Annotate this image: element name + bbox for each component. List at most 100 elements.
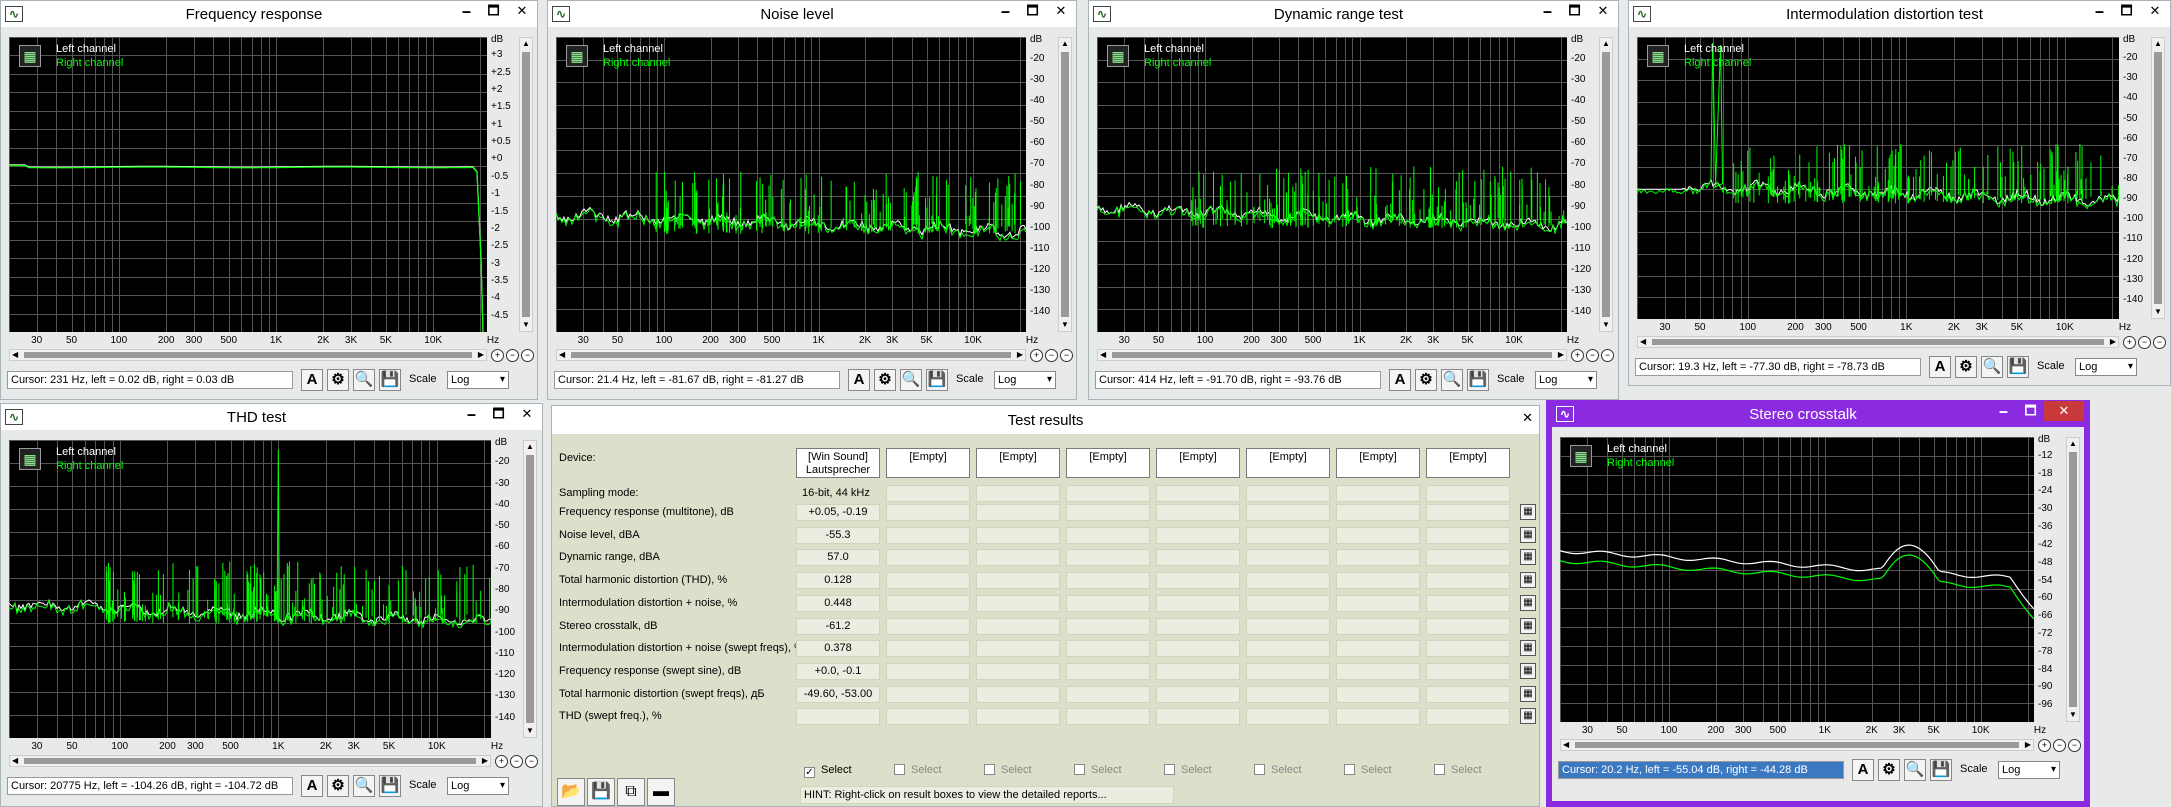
result-cell[interactable]: +0.05, -0.19 <box>796 504 880 521</box>
result-cell[interactable] <box>796 708 880 726</box>
scroll-thumb[interactable] <box>522 52 530 317</box>
result-cell[interactable] <box>1246 594 1330 612</box>
save-icon[interactable]: 💾 <box>379 369 401 391</box>
scroll-left-icon[interactable]: ◀ <box>1563 740 1569 750</box>
vertical-scrollbar[interactable]: ▲ ▼ <box>1599 37 1613 332</box>
scroll-down-icon[interactable]: ▼ <box>1059 319 1071 331</box>
device-box[interactable]: [Empty] <box>886 448 970 478</box>
zoom-reset-icon[interactable]: − <box>2153 336 2166 349</box>
result-cell[interactable] <box>1426 685 1510 703</box>
scroll-thumb[interactable] <box>571 352 1011 358</box>
spectrum-plot[interactable]: ▦ Left channel Right channel <box>1560 437 2034 722</box>
scroll-right-icon[interactable]: ▶ <box>478 350 484 360</box>
scroll-right-icon[interactable]: ▶ <box>1017 350 1023 360</box>
maximize-icon[interactable]: 🗖 <box>1561 1 1588 21</box>
scroll-thumb[interactable] <box>24 758 476 764</box>
table-icon[interactable]: ▦ <box>1520 549 1536 566</box>
result-cell[interactable] <box>886 549 970 567</box>
graph-icon[interactable]: ▦ <box>19 45 41 67</box>
gear-icon[interactable]: ⚙ <box>874 369 896 391</box>
graph-icon[interactable]: ▦ <box>1647 45 1669 67</box>
select-checkbox[interactable]: Select <box>984 764 1032 776</box>
window-titlebar[interactable]: ∿ Frequency response 🗕 🗖 ✕ <box>1 1 537 27</box>
font-icon[interactable]: A <box>301 369 323 391</box>
result-cell[interactable]: 0.378 <box>796 640 880 658</box>
result-cell[interactable] <box>1336 640 1420 658</box>
device-box[interactable]: [Win Sound] Lautsprecher <box>796 448 880 478</box>
zoom-out-icon[interactable]: − <box>1586 349 1599 362</box>
result-cell[interactable] <box>886 708 970 726</box>
zoom-out-icon[interactable]: − <box>1045 349 1058 362</box>
zoom-reset-icon[interactable]: − <box>525 755 538 768</box>
scroll-right-icon[interactable]: ▶ <box>2025 740 2031 750</box>
zoom-icon[interactable]: 🔍 <box>1981 356 2003 378</box>
spectrum-plot[interactable]: ▦ Left channel Right channel <box>9 37 487 332</box>
table-icon[interactable]: ▦ <box>1520 640 1536 657</box>
font-icon[interactable]: A <box>848 369 870 391</box>
select-checkbox[interactable]: Select <box>1254 764 1302 776</box>
result-cell[interactable] <box>1336 685 1420 703</box>
zoom-icon[interactable]: 🔍 <box>353 775 375 797</box>
vertical-scrollbar[interactable]: ▲ ▼ <box>2151 37 2165 319</box>
result-cell[interactable] <box>1066 685 1150 703</box>
scroll-thumb[interactable] <box>1061 52 1069 317</box>
gear-icon[interactable]: ⚙ <box>1415 369 1437 391</box>
result-cell[interactable]: -55.3 <box>796 526 880 544</box>
result-cell[interactable] <box>1426 662 1510 680</box>
zoom-in-icon[interactable]: + <box>491 349 504 362</box>
scale-select[interactable]: Log <box>1535 371 1597 389</box>
zoom-reset-icon[interactable]: − <box>1601 349 1614 362</box>
save-icon[interactable]: 💾 <box>2007 356 2029 378</box>
result-cell[interactable]: -49.60, -53.00 <box>796 685 880 703</box>
gear-icon[interactable]: ⚙ <box>1878 759 1900 781</box>
result-cell[interactable] <box>1066 594 1150 612</box>
close-icon[interactable]: ✕ <box>1588 1 1618 21</box>
result-cell[interactable] <box>1426 526 1510 544</box>
result-cell[interactable] <box>1246 685 1330 703</box>
gear-icon[interactable]: ⚙ <box>1955 356 1977 378</box>
checkbox-box[interactable]: ✓ <box>804 767 815 778</box>
result-cell[interactable] <box>886 594 970 612</box>
result-cell[interactable] <box>886 640 970 658</box>
zoom-out-icon[interactable]: − <box>510 755 523 768</box>
horizontal-scrollbar[interactable]: ◀ ▶ <box>9 755 491 767</box>
result-cell[interactable] <box>976 549 1060 567</box>
result-cell[interactable] <box>1156 685 1240 703</box>
result-cell[interactable] <box>1336 549 1420 567</box>
result-cell[interactable] <box>1246 708 1330 726</box>
result-cell[interactable] <box>1156 662 1240 680</box>
result-cell[interactable] <box>976 662 1060 680</box>
scroll-up-icon[interactable]: ▲ <box>1600 38 1612 50</box>
result-cell[interactable] <box>1066 640 1150 658</box>
result-cell[interactable] <box>976 572 1060 590</box>
result-cell[interactable] <box>976 526 1060 544</box>
table-icon[interactable]: ▦ <box>1520 594 1536 611</box>
result-cell[interactable] <box>1426 504 1510 521</box>
minimize-icon[interactable]: 🗕 <box>2086 1 2113 21</box>
zoom-in-icon[interactable]: + <box>2038 739 2051 752</box>
result-cell[interactable] <box>1156 572 1240 590</box>
graph-icon[interactable]: ▦ <box>19 448 41 470</box>
zoom-reset-icon[interactable]: − <box>2068 739 2081 752</box>
result-cell[interactable] <box>886 526 970 544</box>
vertical-scrollbar[interactable]: ▲ ▼ <box>1058 37 1072 332</box>
result-cell[interactable]: 57.0 <box>796 549 880 567</box>
scroll-down-icon[interactable]: ▼ <box>2067 709 2079 721</box>
result-cell[interactable] <box>1336 572 1420 590</box>
result-cell[interactable] <box>1156 708 1240 726</box>
result-cell[interactable] <box>1246 504 1330 521</box>
result-cell[interactable] <box>976 708 1060 726</box>
result-cell[interactable]: 0.128 <box>796 572 880 590</box>
minus-icon[interactable]: ▬ <box>647 778 675 806</box>
table-icon[interactable]: ▦ <box>1520 504 1536 520</box>
result-cell[interactable] <box>1426 708 1510 726</box>
select-checkbox[interactable]: Select <box>894 764 942 776</box>
close-icon[interactable]: ✕ <box>512 404 542 424</box>
select-checkbox[interactable]: Select <box>1074 764 1122 776</box>
result-cell[interactable] <box>1246 572 1330 590</box>
select-checkbox[interactable]: Select <box>1344 764 1392 776</box>
checkbox-box[interactable] <box>894 764 905 775</box>
maximize-icon[interactable]: 🗖 <box>485 404 512 424</box>
vertical-scrollbar[interactable]: ▲ ▼ <box>519 37 533 332</box>
result-cell[interactable] <box>1156 594 1240 612</box>
